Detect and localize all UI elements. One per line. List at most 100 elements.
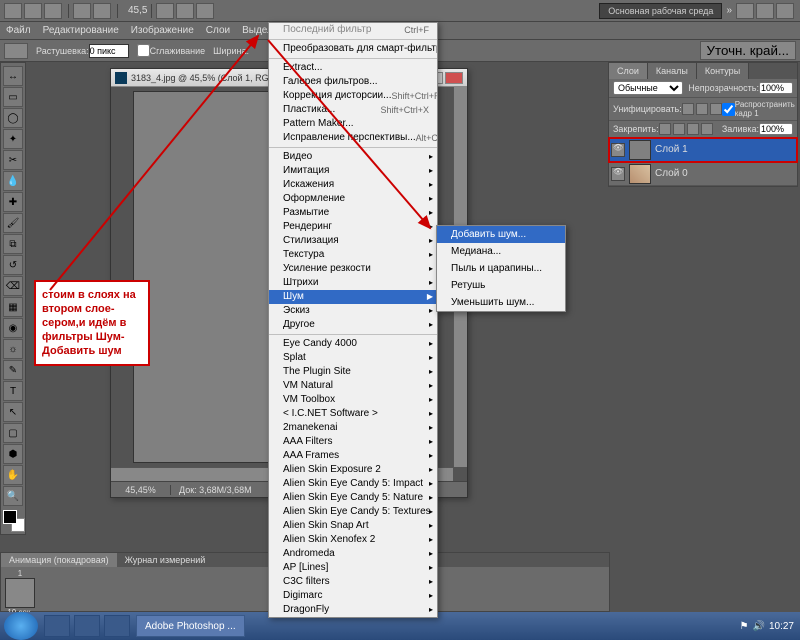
tab-paths[interactable]: Контуры [697, 63, 749, 79]
layer-item-0[interactable]: Слой 0 [609, 162, 797, 186]
doc-close-icon[interactable] [445, 72, 463, 84]
filter-plugin[interactable]: Alien Skin Exposure 2▸ [269, 463, 437, 477]
gradient-tool[interactable]: ▦ [3, 297, 23, 317]
filter-plugin[interactable]: AAA Filters▸ [269, 435, 437, 449]
tray-flag-icon[interactable]: ⚑ [740, 621, 749, 632]
3d-tool[interactable]: ⬢ [3, 444, 23, 464]
filter-group[interactable]: Размытие▸ [269, 206, 437, 220]
noise-dust[interactable]: Пыль и царапины... [437, 260, 565, 277]
filter-plugin[interactable]: Alien Skin Xenofex 2▸ [269, 533, 437, 547]
filter-group[interactable]: Усиление резкости▸ [269, 262, 437, 276]
filter-noise[interactable]: Шум▶ [269, 290, 437, 304]
filter-vanish[interactable]: Исправление перспективы...Alt+Ctrl+V [269, 131, 437, 145]
filter-plugin[interactable]: The Plugin Site▸ [269, 365, 437, 379]
tab-animation[interactable]: Анимация (покадровая) [1, 553, 117, 567]
filter-gallery[interactable]: Галерея фильтров... [269, 75, 437, 89]
filter-group[interactable]: Искажения▸ [269, 178, 437, 192]
brush-tool[interactable]: 🖌 [3, 213, 23, 233]
filter-plugin[interactable]: DragonFly▸ [269, 603, 437, 617]
filter-lens[interactable]: Коррекция дисторсии...Shift+Ctrl+R [269, 89, 437, 103]
opacity-input[interactable] [759, 82, 793, 94]
antialias-checkbox[interactable] [137, 44, 150, 57]
noise-add[interactable]: Добавить шум... [437, 226, 565, 243]
pen-tool[interactable]: ✎ [3, 360, 23, 380]
unify-icons[interactable] [682, 103, 722, 115]
type-tool[interactable]: T [3, 381, 23, 401]
hand-icon[interactable] [156, 3, 174, 19]
layer-item-1[interactable]: Слой 1 [609, 138, 797, 162]
noise-despeckle[interactable]: Ретушь [437, 277, 565, 294]
menu-image[interactable]: Изображение [125, 23, 200, 38]
system-tray[interactable]: ⚑ 🔊 10:27 [734, 621, 800, 632]
filter-plugin[interactable]: Digimarc▸ [269, 589, 437, 603]
screenmode-icon[interactable] [93, 3, 111, 19]
hand-tool[interactable]: ✋ [3, 465, 23, 485]
wand-tool[interactable]: ✦ [3, 129, 23, 149]
heal-tool[interactable]: ✚ [3, 192, 23, 212]
start-button[interactable] [4, 612, 38, 640]
animation-frame[interactable]: 1 10 сек. [5, 569, 35, 617]
filter-plugin[interactable]: < I.C.NET Software >▸ [269, 407, 437, 421]
filter-sketch[interactable]: Эскиз▸ [269, 304, 437, 318]
filter-liquify[interactable]: Пластика...Shift+Ctrl+X [269, 103, 437, 117]
feather-input[interactable] [89, 44, 129, 58]
move-tool[interactable]: ↔ [3, 66, 23, 86]
visibility-icon[interactable] [611, 167, 625, 181]
filter-plugin[interactable]: 2manekenai▸ [269, 421, 437, 435]
eyedropper-tool[interactable]: 💧 [3, 171, 23, 191]
fill-input[interactable] [759, 123, 793, 135]
window-restore-icon[interactable] [756, 3, 774, 19]
filter-plugin[interactable]: AAA Frames▸ [269, 449, 437, 463]
taskbar-ie-icon[interactable] [44, 615, 70, 637]
lasso-tool[interactable]: ◯ [3, 108, 23, 128]
filter-pattern[interactable]: Pattern Maker... [269, 117, 437, 131]
filter-group[interactable]: Штрихи▸ [269, 276, 437, 290]
filter-extract[interactable]: Extract... [269, 61, 437, 75]
rotate-icon[interactable] [196, 3, 214, 19]
window-close-icon[interactable] [776, 3, 794, 19]
filter-convert-smart[interactable]: Преобразовать для смарт-фильтров [269, 42, 437, 56]
filter-group[interactable]: Рендеринг▸ [269, 220, 437, 234]
shape-tool[interactable]: ▢ [3, 423, 23, 443]
stamp-tool[interactable]: ⧉ [3, 234, 23, 254]
filter-group[interactable]: Имитация▸ [269, 164, 437, 178]
eraser-tool[interactable]: ⌫ [3, 276, 23, 296]
window-min-icon[interactable] [736, 3, 754, 19]
marquee-tool[interactable]: ▭ [3, 87, 23, 107]
tool-preset-icon[interactable] [4, 43, 28, 59]
path-tool[interactable]: ↖ [3, 402, 23, 422]
crop-tool[interactable]: ✂ [3, 150, 23, 170]
bridge-icon[interactable] [24, 3, 42, 19]
tab-measurement[interactable]: Журнал измерений [117, 553, 214, 567]
taskbar-app-photoshop[interactable]: Adobe Photoshop ... [136, 615, 245, 637]
noise-reduce[interactable]: Уменьшить шум... [437, 294, 565, 311]
filter-group[interactable]: Текстура▸ [269, 248, 437, 262]
ps-logo-icon[interactable] [4, 3, 22, 19]
filter-plugin[interactable]: Splat▸ [269, 351, 437, 365]
blur-tool[interactable]: ◉ [3, 318, 23, 338]
filter-plugin[interactable]: Alien Skin Snap Art▸ [269, 519, 437, 533]
workspace-switcher[interactable]: Основная рабочая среда [599, 3, 722, 19]
fg-color-icon[interactable] [3, 510, 17, 524]
filter-plugin[interactable]: Alien Skin Eye Candy 5: Textures▸ [269, 505, 437, 519]
filter-group[interactable]: Видео▸ [269, 150, 437, 164]
blend-mode-select[interactable]: Обычные [613, 81, 683, 95]
filter-group[interactable]: Оформление▸ [269, 192, 437, 206]
taskbar-wmp-icon[interactable] [104, 615, 130, 637]
refine-edge-button[interactable]: Уточн. край... [700, 41, 796, 60]
filter-plugin[interactable]: Alien Skin Eye Candy 5: Nature▸ [269, 491, 437, 505]
propagate-checkbox[interactable] [722, 103, 735, 116]
filter-plugin[interactable]: Andromeda▸ [269, 547, 437, 561]
tray-volume-icon[interactable]: 🔊 [753, 621, 765, 632]
tab-channels[interactable]: Каналы [648, 63, 697, 79]
filter-plugin[interactable]: VM Natural▸ [269, 379, 437, 393]
arrange-icon[interactable] [73, 3, 91, 19]
dodge-tool[interactable]: ☼ [3, 339, 23, 359]
menu-edit[interactable]: Редактирование [37, 23, 125, 38]
menu-file[interactable]: Файл [0, 23, 37, 38]
zoom-value[interactable]: 45,5 [128, 5, 147, 16]
zoom-tool[interactable]: 🔍 [3, 486, 23, 506]
zoom-icon[interactable] [176, 3, 194, 19]
filter-plugin[interactable]: AP [Lines]▸ [269, 561, 437, 575]
filter-other[interactable]: Другое▸ [269, 318, 437, 332]
